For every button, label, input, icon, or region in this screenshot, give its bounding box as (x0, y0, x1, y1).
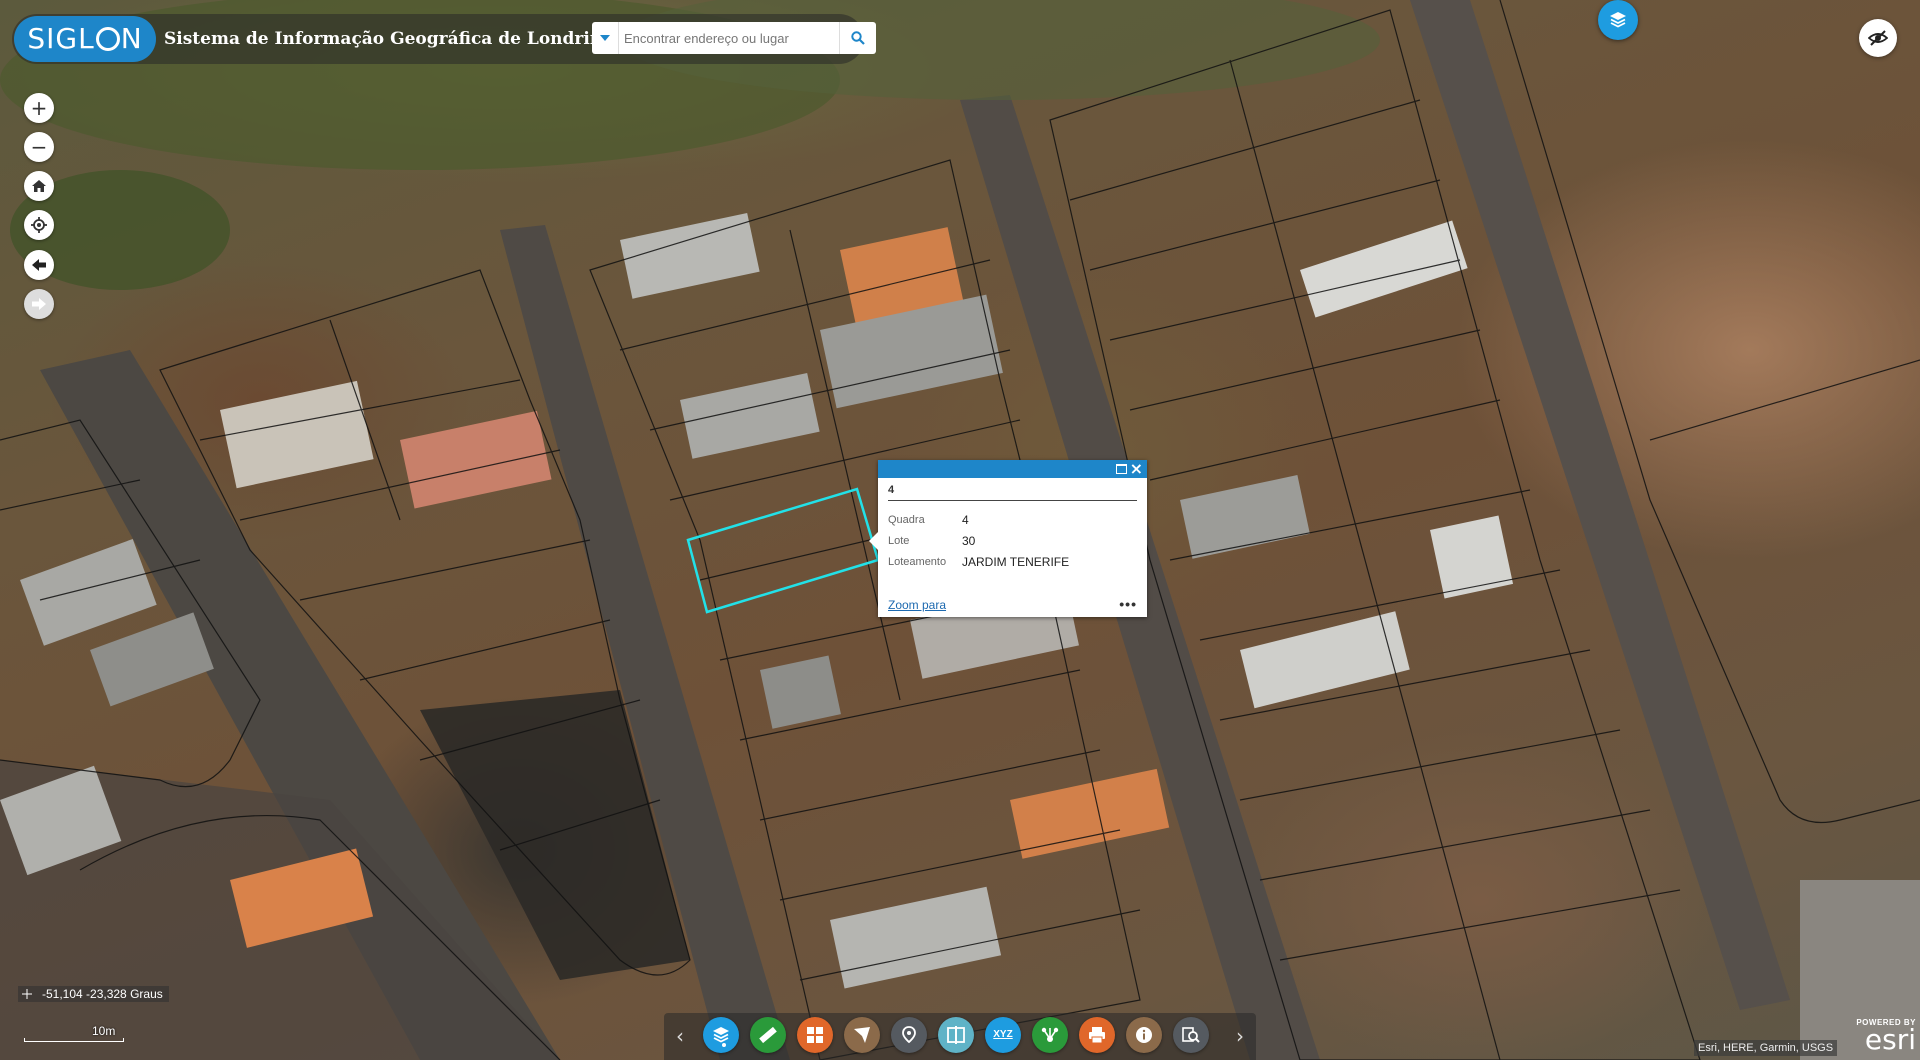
tool-filter-button[interactable] (844, 1017, 880, 1053)
widget-toolbar: ‹ › XYZ (664, 1013, 1256, 1060)
ruler-icon (759, 1026, 777, 1044)
close-icon[interactable]: × (1130, 460, 1143, 478)
tool-basemap-gallery-button[interactable] (797, 1017, 833, 1053)
tool-query-button[interactable] (1173, 1017, 1209, 1053)
home-icon (32, 180, 46, 192)
map-attribution[interactable]: Esri, HERE, Garmin, USGS (1694, 1040, 1838, 1056)
next-extent-button[interactable] (24, 289, 54, 319)
tool-geolocate-button[interactable] (891, 1017, 927, 1053)
zoom-out-button[interactable]: − (24, 132, 54, 162)
coordinate-display[interactable]: -51,104 -23,328 Graus (18, 986, 169, 1002)
tool-swipe-button[interactable] (938, 1017, 974, 1053)
scale-line (24, 1038, 124, 1042)
scale-label: 10m (92, 1024, 116, 1038)
toolbar-prev-button[interactable]: ‹ (670, 1025, 690, 1047)
maximize-icon[interactable] (1116, 464, 1127, 474)
active-tool-indicator (722, 1043, 726, 1047)
search-input[interactable] (624, 22, 834, 54)
swipe-icon (947, 1026, 965, 1044)
locate-button[interactable] (24, 210, 54, 240)
scale-bar: 10m (24, 1024, 124, 1042)
zoom-in-button[interactable]: + (24, 93, 54, 123)
grid-icon (807, 1027, 823, 1043)
attribute-row: Quadra 4 (888, 509, 1069, 530)
attribute-row: Loteamento JARDIM TENERIFE (888, 551, 1069, 572)
coordinate-text: -51,104 -23,328 Graus (42, 987, 163, 1001)
feature-popup: × 4 Quadra 4 Lote 30 Loteamento JARDIM T… (869, 460, 1147, 617)
attribute-key: Loteamento (888, 555, 947, 568)
attribute-row: Lote 30 (888, 530, 1069, 551)
locate-icon (31, 217, 47, 233)
popup-attributes: Quadra 4 Lote 30 Loteamento JARDIM TENER… (888, 509, 1069, 572)
share-icon (1041, 1027, 1059, 1042)
send-icon (854, 1027, 870, 1043)
selected-parcel (686, 487, 880, 614)
xyz-icon: XYZ (993, 1029, 1013, 1040)
search-button[interactable] (839, 22, 876, 54)
toolbar-next-button[interactable]: › (1230, 1025, 1250, 1047)
esri-wordmark: esri (1864, 1023, 1916, 1056)
popup-title: 4 (888, 484, 1137, 501)
attribute-value: 30 (962, 533, 976, 548)
tool-print-button[interactable] (1079, 1017, 1115, 1053)
attribute-key: Quadra (888, 513, 925, 526)
query-search-icon (1182, 1027, 1200, 1043)
zoom-to-link[interactable]: Zoom para (888, 598, 946, 612)
siglon-logo[interactable]: SIGL N (14, 16, 156, 62)
tool-coordinates-xyz-button[interactable]: XYZ (985, 1017, 1021, 1053)
tool-share-button[interactable] (1032, 1017, 1068, 1053)
info-icon (1136, 1027, 1152, 1043)
arrow-right-icon (32, 298, 46, 310)
attribute-value: 4 (962, 512, 969, 527)
layers-icon (713, 1027, 729, 1043)
crosshair-icon (22, 989, 32, 999)
layer-list-button[interactable] (1598, 0, 1638, 40)
tool-measure-button[interactable] (750, 1017, 786, 1053)
arrow-left-icon (32, 259, 46, 271)
search-icon (851, 31, 865, 45)
location-pin-icon (902, 1026, 916, 1044)
app-title: Sistema de Informação Geográfica de Lond… (164, 29, 614, 49)
road (1410, 0, 1790, 1010)
home-button[interactable] (24, 171, 54, 201)
app-header: SIGL N Sistema de Informação Geográfica d… (12, 14, 876, 64)
attribute-value: JARDIM TENERIFE (962, 554, 1070, 569)
popup-titlebar: × (878, 460, 1147, 478)
previous-extent-button[interactable] (24, 250, 54, 280)
printer-icon (1089, 1027, 1105, 1044)
tool-about-button[interactable] (1126, 1017, 1162, 1053)
tool-layers-button[interactable] (703, 1017, 739, 1053)
more-actions-button[interactable]: ••• (1119, 596, 1137, 612)
eye-off-icon (1868, 30, 1888, 46)
search-widget (592, 22, 876, 54)
esri-logo[interactable]: POWERED BY esri (1850, 1018, 1916, 1058)
toggle-visibility-button[interactable] (1859, 19, 1897, 57)
search-source-dropdown[interactable] (592, 22, 619, 54)
layers-icon (1610, 12, 1626, 28)
attribute-key: Lote (888, 534, 910, 547)
